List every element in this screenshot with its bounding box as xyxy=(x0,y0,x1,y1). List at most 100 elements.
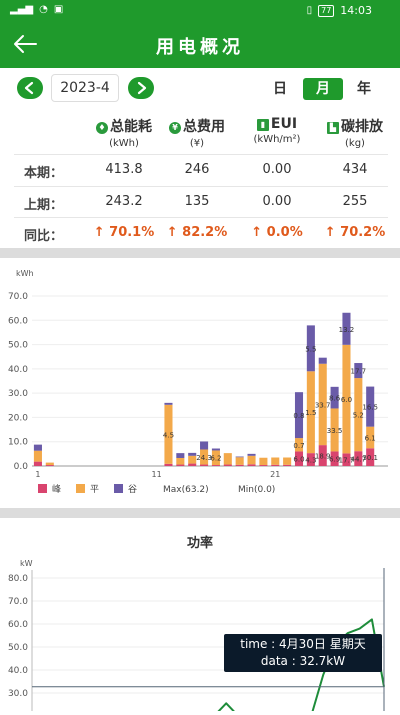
date-selector-bar: 2023-4 日 月 年 xyxy=(0,68,400,108)
prev-period-button[interactable] xyxy=(17,77,43,99)
bar-segment-谷 xyxy=(176,453,185,458)
bar-segment-谷 xyxy=(33,444,42,451)
bar-segment-平 xyxy=(271,457,280,465)
col-energy-title: 总能耗 xyxy=(110,119,152,135)
bar-segment-平 xyxy=(33,450,42,462)
bar-segment-峰 xyxy=(176,464,185,466)
cell: ↑ 82.2% xyxy=(166,225,228,240)
y-tick-label: 20.0 xyxy=(8,413,28,423)
y-tick-label: 50.0 xyxy=(8,341,28,351)
cell: ↑ 0.0% xyxy=(251,225,303,240)
bar-value-label: 1.5 xyxy=(305,409,316,417)
y-axis-unit: kW xyxy=(20,559,33,568)
y-tick-label: 70.0 xyxy=(8,597,28,607)
chart-tooltip: time : 4月30日 星期天 data : 32.7kW xyxy=(224,634,382,672)
power-chart-card: 功率 kW 30.0 40.0 50.0 60.0 70.0 80.0 time : 4月3… xyxy=(0,520,400,715)
bar-value-label: 0.8 xyxy=(293,412,304,420)
y-tick-label: 40.0 xyxy=(8,666,28,676)
row-label: 同比： xyxy=(24,229,64,244)
cell: 135 xyxy=(184,194,210,209)
bar-segment-谷 xyxy=(318,357,327,364)
bar-segment-峰 xyxy=(188,463,197,466)
bar-segment-峰 xyxy=(235,464,244,466)
x-tick-label: 11 xyxy=(152,470,162,479)
bar-segment-峰 xyxy=(45,465,54,466)
row-previous: 上期： 243.2 135 0.00 255 xyxy=(14,186,388,216)
bar-segment-平 xyxy=(259,457,268,466)
col-eui-unit: (kWh/m²) xyxy=(253,134,301,145)
cell: 0.00 xyxy=(262,162,292,177)
bar-segment-平 xyxy=(176,457,185,465)
legend-label: 峰 xyxy=(52,484,61,495)
y-tick-label: 30.0 xyxy=(8,389,28,399)
row-label: 本期： xyxy=(24,166,64,181)
y-tick-label: 60.0 xyxy=(8,316,28,326)
signal-icon: ▂▄▆ xyxy=(10,4,34,15)
bar-value-label: 6.0 xyxy=(341,396,352,404)
date-picker[interactable]: 2023-4 xyxy=(51,74,119,102)
power-chart-title: 功率 xyxy=(186,536,213,551)
bar-segment-峰 xyxy=(200,464,209,466)
x-tick-label: 1 xyxy=(35,470,40,479)
bar-segment-峰 xyxy=(223,464,232,466)
col-energy-unit: (kWh) xyxy=(109,138,139,149)
cell: ↑ 70.1% xyxy=(93,225,155,240)
bar-chart-icon: ▮ xyxy=(256,119,269,131)
bar-value-label: 16.5 xyxy=(362,404,378,412)
legend-label: 平 xyxy=(90,484,99,495)
wifi-icon: ◔ xyxy=(39,4,48,15)
bar-segment-峰 xyxy=(259,465,268,466)
energy-bar-chart-card: kWh 0.0 10.0 20.0 30.0 40.0 50.0 60.0 70.0 4.5 24.… xyxy=(0,258,400,508)
legend-swatch xyxy=(76,484,85,493)
bar-segment-平 xyxy=(235,457,244,465)
status-right: ▯ 77 14:03 xyxy=(307,4,372,17)
bar-segment-谷 xyxy=(188,452,197,456)
bar-segment-峰 xyxy=(247,464,256,466)
col-cost-unit: (¥) xyxy=(189,138,205,149)
y-tick-label: 10.0 xyxy=(8,438,28,448)
cell: 246 xyxy=(184,162,210,177)
y-tick-label: 0.0 xyxy=(14,462,29,472)
bar-value-label: 6.0 xyxy=(293,456,304,464)
y-tick-label: 30.0 xyxy=(8,689,28,699)
bar-segment-峰 xyxy=(164,463,173,466)
app-notification-icon: ▣ xyxy=(53,4,64,15)
legend-swatch xyxy=(114,484,123,493)
col-eui-title: EUI xyxy=(270,116,298,132)
col-cost: ¥ 总费用 (¥) xyxy=(157,116,237,149)
tab-year[interactable]: 年 xyxy=(344,78,384,100)
col-carbon: ▙ 碳排放 (kg) xyxy=(315,116,395,149)
bar-segment-谷 xyxy=(211,448,220,451)
summary-table: ♦ 总能耗 (kWh) ¥ 总费用 (¥) ▮ EUI (kWh/m²) ▙ 碳排放 (… xyxy=(0,108,400,248)
battery-icon: 77 xyxy=(318,4,335,17)
bar-segment-平 xyxy=(283,457,292,465)
leaf-drop-icon: ♦ xyxy=(96,122,108,134)
col-carbon-unit: (kg) xyxy=(345,138,365,149)
y-axis-unit: kWh xyxy=(16,269,34,278)
y-tick-label: 80.0 xyxy=(8,574,28,584)
page-title: 用电概况 xyxy=(156,37,244,58)
bar-value-label: 33.5 xyxy=(327,427,343,435)
min-label: Min(0.0) xyxy=(238,485,275,495)
bar-segment-谷 xyxy=(247,453,256,456)
y-tick-label: 50.0 xyxy=(8,643,28,653)
row-current: 本期： 413.8 246 0.00 434 xyxy=(14,154,388,184)
bar-value-label: 0.7 xyxy=(293,442,304,450)
bar-value-label: 13.2 xyxy=(339,326,355,334)
col-eui: ▮ EUI (kWh/m²) xyxy=(237,116,317,145)
bar-segment-平 xyxy=(45,462,54,466)
tab-day[interactable]: 日 xyxy=(260,78,300,100)
col-cost-title: 总费用 xyxy=(183,119,225,135)
legend-label: 谷 xyxy=(128,484,137,495)
bar-value-label: 17.7 xyxy=(351,368,367,376)
bar-segment-平 xyxy=(223,453,232,465)
bar-value-label: 6.1 xyxy=(365,434,376,442)
energy-bar-chart[interactable]: kWh0.010.020.030.040.050.060.070.04.524.… xyxy=(0,258,400,508)
bar-segment-峰 xyxy=(33,461,42,466)
tab-month[interactable]: 月 xyxy=(303,78,343,100)
y-tick-label: 70.0 xyxy=(8,292,28,302)
bar-value-label: 8.6 xyxy=(329,395,341,403)
cell: ↑ 70.2% xyxy=(324,225,386,240)
bar-value-label: 5.2 xyxy=(353,412,364,420)
next-period-button[interactable] xyxy=(128,77,154,99)
